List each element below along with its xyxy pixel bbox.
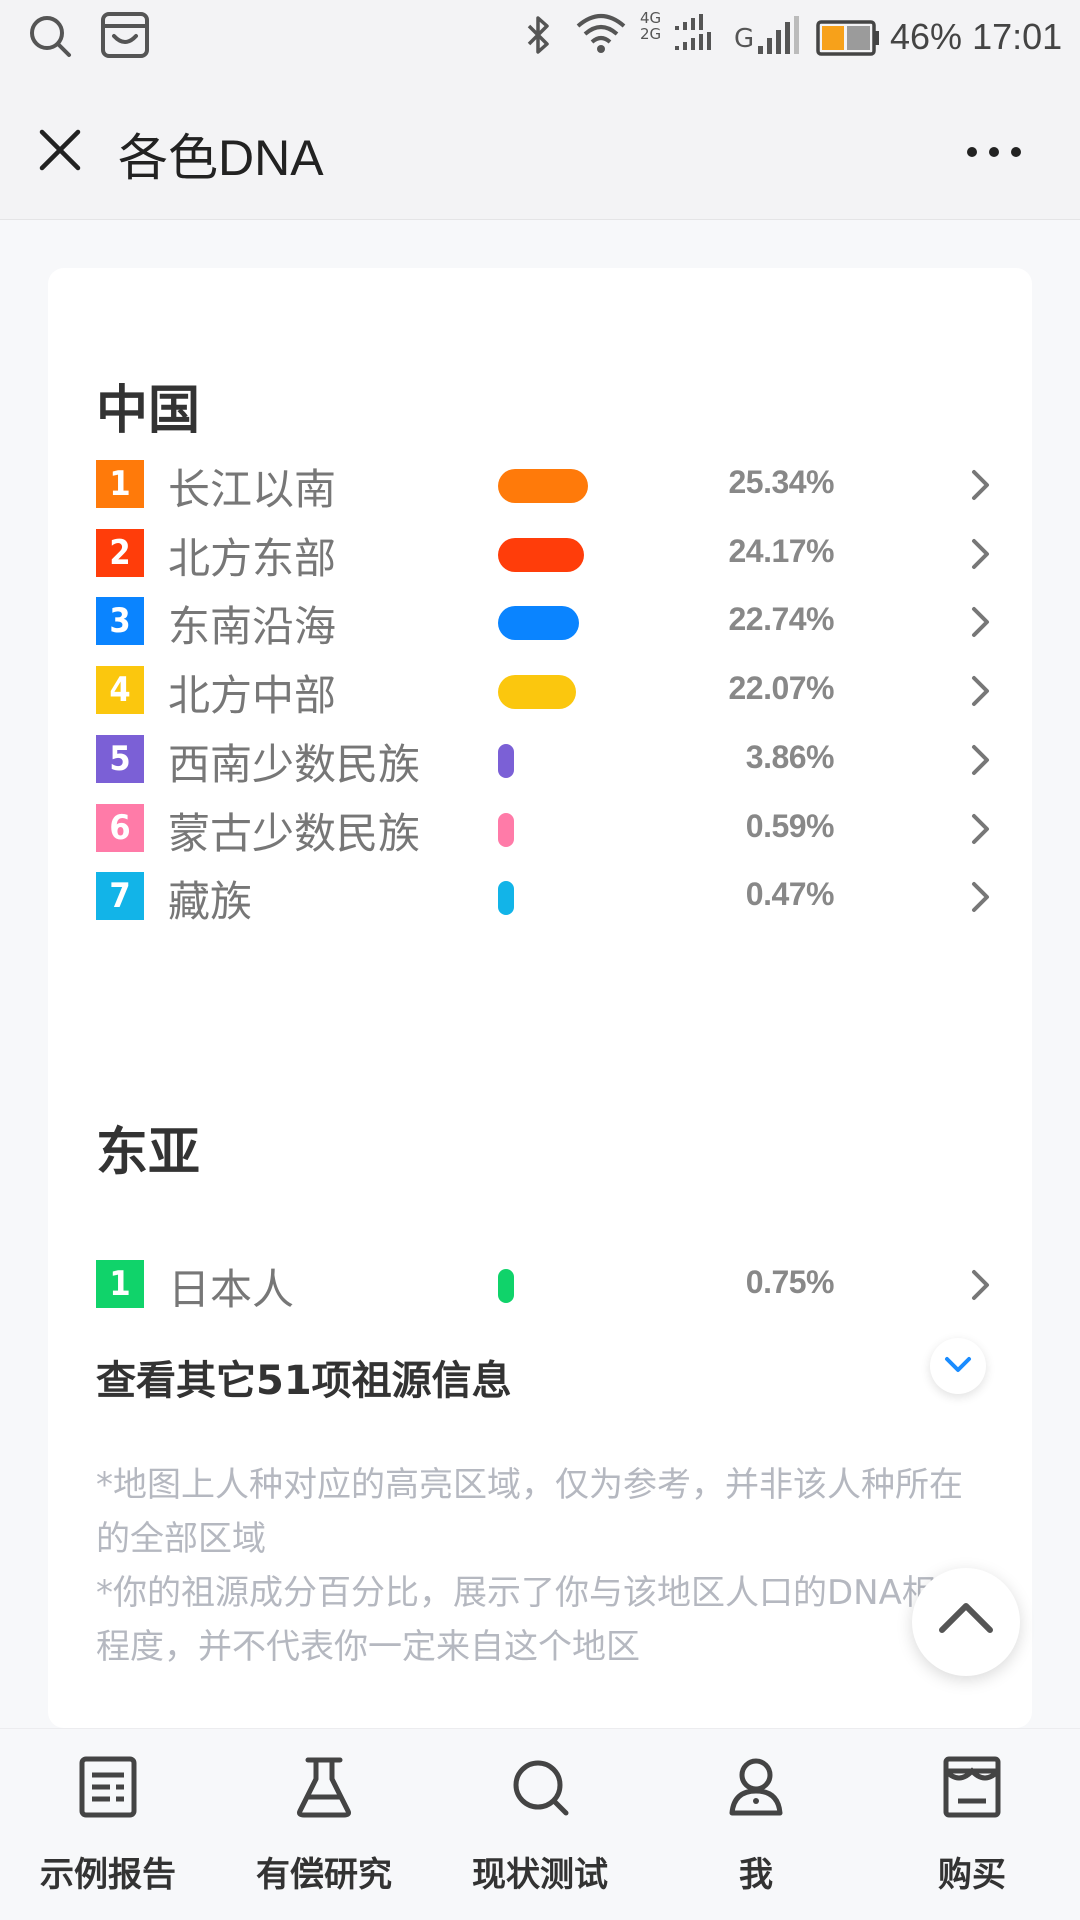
ancestry-row[interactable]: 3 东南沿海 22.74% — [96, 591, 996, 651]
wifi-icon — [575, 12, 627, 58]
tab-label: 现状测试 — [472, 1855, 608, 1895]
signal-bars-icon — [756, 16, 802, 60]
percentage-bar — [498, 606, 579, 641]
chevron-right-icon — [970, 468, 992, 502]
ancestry-row[interactable]: 2 北方东部 24.17% — [96, 523, 996, 583]
search-icon — [28, 14, 72, 62]
back-to-top-button[interactable] — [912, 1568, 1020, 1676]
status-bar: 4G 2G G 46% 17:01 — [0, 0, 1080, 78]
chevron-right-icon — [970, 605, 992, 639]
tab-label: 示例报告 — [40, 1855, 176, 1895]
chevron-right-icon — [970, 537, 992, 571]
signal-bars-icon — [673, 12, 715, 58]
region-name: 藏族 — [168, 877, 253, 927]
chevron-right-icon — [970, 743, 992, 777]
percentage-bar — [498, 881, 514, 916]
tab-example-report[interactable]: 示例报告 — [0, 1729, 216, 1920]
rank-badge: 1 — [96, 1260, 144, 1308]
rank-badge: 3 — [96, 597, 144, 646]
percentage-bar — [498, 537, 584, 572]
rank-badge: 6 — [96, 803, 144, 852]
chevron-right-icon — [970, 880, 992, 914]
disclaimer-text: *地图上人种对应的高亮区域，仅为参考，并非该人种所在的全部区域 *你的祖源成分百… — [96, 1458, 986, 1674]
expand-button[interactable] — [930, 1338, 986, 1394]
flask-icon — [294, 1755, 354, 1819]
rank-badge: 2 — [96, 528, 144, 577]
tab-buy[interactable]: 购买 — [864, 1729, 1080, 1920]
region-name: 蒙古少数民族 — [168, 808, 421, 858]
battery-icon — [816, 20, 882, 60]
more-options-icon[interactable] — [964, 144, 1024, 158]
tab-label: 我 — [739, 1855, 773, 1895]
percentage-value: 0.59% — [745, 807, 835, 844]
tab-me[interactable]: 我 — [648, 1729, 864, 1920]
percentage-value: 3.86% — [745, 738, 835, 775]
region-name: 长江以南 — [168, 465, 337, 514]
disclaimer-line: *地图上人种对应的高亮区域，仅为参考，并非该人种所在的全部区域 — [96, 1465, 963, 1559]
bluetooth-icon — [525, 14, 553, 60]
chevron-right-icon — [970, 1268, 992, 1302]
view-more-link[interactable]: 查看其它51项祖源信息 — [96, 1348, 512, 1406]
network-type-label: 4G 2G — [640, 9, 662, 43]
ancestry-row[interactable]: 7 藏族 0.47% — [96, 866, 996, 926]
percentage-value: 22.07% — [728, 670, 834, 707]
status-text: 46% 17:01 — [890, 16, 1063, 57]
section-title-east-asia: 东亚 — [96, 1123, 201, 1183]
percentage-value: 22.74% — [728, 601, 834, 638]
ancestry-card: 中国 1 长江以南 25.34% 2 北方东部 24.17% 3 东南沿海 22.74% 4 北方中… — [48, 268, 1032, 1728]
chevron-right-icon — [970, 674, 992, 708]
rank-badge: 7 — [96, 872, 144, 921]
close-icon[interactable] — [36, 126, 84, 174]
ancestry-row[interactable]: 6 蒙古少数民族 0.59% — [96, 798, 996, 858]
chevron-up-icon — [939, 1603, 993, 1633]
disclaimer-line: *你的祖源成分百分比，展示了你与该地区人口的DNA相似程度，并不代表你一定来自这… — [96, 1573, 970, 1667]
search-icon — [510, 1755, 570, 1819]
page-title: 各色DNA — [118, 130, 324, 186]
store-notification-icon — [100, 8, 150, 64]
rank-badge: 1 — [96, 460, 144, 508]
tab-paid-research[interactable]: 有偿研究 — [216, 1729, 432, 1920]
percentage-bar — [498, 1269, 514, 1303]
region-name: 北方中部 — [168, 671, 337, 721]
person-icon — [726, 1755, 786, 1819]
ancestry-row[interactable]: 5 西南少数民族 3.86% — [96, 729, 996, 789]
percentage-bar — [498, 469, 588, 503]
percentage-bar — [498, 675, 577, 710]
percentage-value: 25.34% — [728, 464, 834, 500]
region-name: 西南少数民族 — [168, 739, 421, 789]
bottom-tab-bar: 示例报告 有偿研究 现状测试 我 购买 — [0, 1728, 1080, 1920]
percentage-bar — [498, 812, 514, 847]
ancestry-row[interactable]: 1 长江以南 25.34% — [96, 454, 996, 514]
nav-bar: 各色DNA — [0, 78, 1080, 220]
tab-label: 购买 — [938, 1855, 1006, 1895]
rank-badge: 5 — [96, 734, 144, 783]
region-name: 日本人 — [168, 1265, 295, 1314]
report-icon — [78, 1755, 138, 1819]
rank-badge: 4 — [96, 666, 144, 715]
network-g-label: G — [734, 24, 755, 54]
region-name: 东南沿海 — [168, 602, 337, 652]
store-icon — [942, 1755, 1002, 1819]
percentage-value: 0.47% — [745, 876, 835, 913]
chevron-right-icon — [970, 812, 992, 846]
region-name: 北方东部 — [168, 533, 337, 583]
section-title-china: 中国 — [96, 381, 201, 441]
percentage-bar — [498, 743, 514, 778]
chevron-down-icon — [945, 1357, 971, 1372]
ancestry-row[interactable]: 4 北方中部 22.07% — [96, 660, 996, 720]
tab-status-test[interactable]: 现状测试 — [432, 1729, 648, 1920]
ancestry-row[interactable]: 1 日本人 0.75% — [96, 1254, 996, 1314]
percentage-value: 24.17% — [728, 532, 834, 569]
percentage-value: 0.75% — [745, 1264, 835, 1300]
tab-label: 有偿研究 — [256, 1855, 392, 1895]
